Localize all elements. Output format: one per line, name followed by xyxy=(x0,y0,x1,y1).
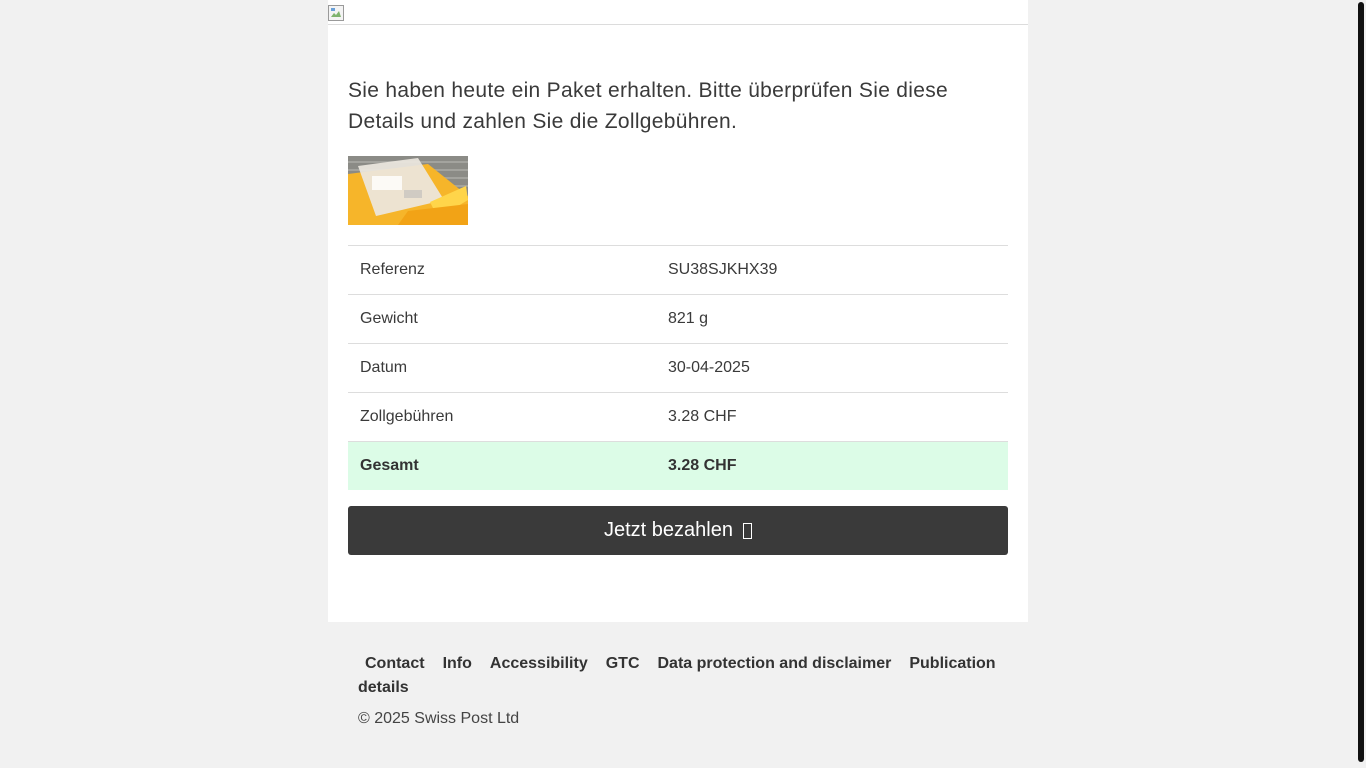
broken-logo-image-icon xyxy=(328,5,344,21)
total-value: 3.28 CHF xyxy=(656,441,1008,490)
pay-now-label: Jetzt bezahlen xyxy=(604,519,733,541)
table-row: Datum 30-04-2025 xyxy=(348,343,1008,393)
table-row: Referenz SU38SJKHX39 xyxy=(348,245,1008,295)
weight-value: 821 g xyxy=(656,294,1008,344)
total-row: Gesamt 3.28 CHF xyxy=(348,441,1008,490)
weight-label: Gewicht xyxy=(348,294,656,344)
header-bar xyxy=(328,0,1028,25)
package-photo xyxy=(348,156,468,225)
footer-link-info[interactable]: Info xyxy=(443,655,472,672)
footer-link-gtc[interactable]: GTC xyxy=(606,655,640,672)
customs-fee-label: Zollgebühren xyxy=(348,392,656,442)
pay-now-button[interactable]: Jetzt bezahlen xyxy=(348,506,1008,555)
intro-text: Sie haben heute ein Paket erhalten. Bitt… xyxy=(348,79,949,133)
date-label: Datum xyxy=(348,343,656,393)
copyright: © 2025 Swiss Post Ltd xyxy=(358,710,520,727)
customs-fee-value: 3.28 CHF xyxy=(656,392,1008,442)
missing-glyph-icon xyxy=(742,522,752,539)
package-details-table: Referenz SU38SJKHX39 Gewicht 821 g Datum… xyxy=(348,245,1008,490)
vertical-scrollbar[interactable] xyxy=(1358,2,1364,762)
footer-links: Contact Info Accessibility GTC Data protecti… xyxy=(358,652,1008,700)
content: Sie haben heute ein Paket erhalten. Bitt… xyxy=(328,75,1028,555)
table-row: Gewicht 821 g xyxy=(348,294,1008,344)
reference-value: SU38SJKHX39 xyxy=(656,245,1008,295)
footer: Contact Info Accessibility GTC Data protecti… xyxy=(358,652,1008,728)
date-value: 30-04-2025 xyxy=(656,343,1008,393)
footer-link-accessibility[interactable]: Accessibility xyxy=(490,655,588,672)
table-row: Zollgebühren 3.28 CHF xyxy=(348,392,1008,442)
footer-link-contact[interactable]: Contact xyxy=(365,655,425,672)
main-card: Sie haben heute ein Paket erhalten. Bitt… xyxy=(328,0,1028,622)
total-label: Gesamt xyxy=(348,441,656,490)
reference-label: Referenz xyxy=(348,245,656,295)
footer-link-data-protection[interactable]: Data protection and disclaimer xyxy=(658,655,892,672)
